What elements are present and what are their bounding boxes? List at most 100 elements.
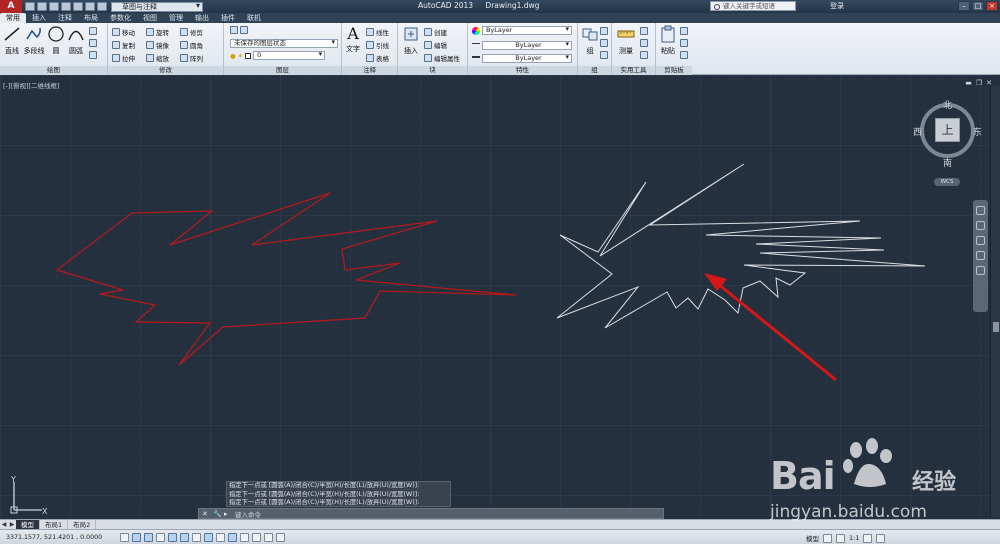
quick-view-layouts-icon[interactable] — [823, 533, 832, 543]
layout-tab-layout2[interactable]: 布局2 — [68, 519, 97, 530]
open-icon[interactable] — [37, 2, 47, 11]
workspace-select[interactable]: 草图与注释 — [111, 1, 203, 12]
create-block-button[interactable]: 创建 — [424, 27, 447, 37]
polar-tracking-toggle[interactable] — [168, 533, 177, 542]
tab-manage[interactable]: 管理 — [163, 13, 189, 23]
maximize-icon[interactable]: □ — [972, 1, 984, 11]
text-button[interactable]: A 文字 — [344, 25, 362, 54]
panel-utilities-title[interactable]: 实用工具 — [612, 66, 655, 75]
panel-properties-title[interactable]: 特性 — [468, 66, 577, 75]
command-close-icon[interactable]: ✕ — [202, 510, 210, 518]
panel-groups-title[interactable]: 组 — [578, 66, 611, 75]
insert-button[interactable]: 插入 — [400, 25, 422, 56]
print-icon[interactable] — [73, 2, 83, 11]
dynamic-ucs-toggle[interactable] — [216, 533, 225, 542]
layer-select[interactable]: 0 — [253, 51, 326, 60]
tab-view[interactable]: 视图 — [137, 13, 163, 23]
tab-layout[interactable]: 布局 — [78, 13, 104, 23]
wcs-menu[interactable]: WCS — [934, 178, 960, 186]
id-point-icon[interactable] — [640, 51, 648, 59]
first-layout-arrow-icon[interactable]: ◀ — [0, 521, 8, 529]
linear-button[interactable]: 线性 — [366, 27, 389, 37]
orbit-icon[interactable] — [976, 251, 985, 260]
viewport-minimize-icon[interactable]: ▬ — [965, 79, 972, 87]
move-button[interactable]: 移动 — [112, 27, 135, 37]
object-snap-toggle[interactable] — [180, 533, 189, 542]
arc-button[interactable]: 圆弧 — [66, 25, 86, 56]
scale-button[interactable]: 缩放 — [146, 53, 169, 63]
tab-annotate[interactable]: 注释 — [52, 13, 78, 23]
viewcube[interactable]: 上 北 南 东 西 — [913, 100, 982, 169]
scrollbar-thumb[interactable] — [993, 322, 999, 332]
mirror-button[interactable]: 镜像 — [146, 40, 169, 50]
group-button[interactable]: 组 — [580, 25, 600, 56]
group-select-icon[interactable] — [600, 51, 608, 59]
viewport-controls-label[interactable]: [-][俯视][二维线框] — [3, 80, 60, 90]
login-button[interactable]: 登录 — [830, 1, 844, 11]
edit-attributes-button[interactable]: 编辑属性 — [424, 53, 460, 63]
paste-button[interactable]: 粘贴 — [658, 25, 678, 56]
selection-cycling-toggle[interactable] — [276, 533, 285, 542]
workspace-switch-icon[interactable] — [863, 533, 873, 543]
object-snap-tracking-toggle[interactable] — [204, 533, 213, 542]
compass-south[interactable]: 南 — [943, 156, 952, 169]
copy-button[interactable]: 复制 — [112, 40, 135, 50]
zoom-icon[interactable] — [976, 236, 985, 245]
transparency-toggle[interactable] — [252, 533, 261, 542]
snap-mode-toggle[interactable] — [132, 533, 141, 542]
grid-display-toggle[interactable] — [144, 533, 153, 542]
new-icon[interactable] — [25, 2, 35, 11]
measure-button[interactable]: 测量 — [615, 25, 637, 56]
viewport-restore-icon[interactable]: ❐ — [976, 79, 982, 87]
model-space-button[interactable]: 模型 — [806, 533, 819, 543]
ortho-mode-toggle[interactable] — [156, 533, 165, 542]
edit-block-button[interactable]: 编辑 — [424, 40, 447, 50]
tab-output[interactable]: 输出 — [189, 13, 215, 23]
compass-west[interactable]: 西 — [913, 125, 922, 138]
panel-layers-title[interactable]: 图层 — [224, 66, 341, 75]
compass-east[interactable]: 东 — [973, 125, 982, 138]
ungroup-icon[interactable] — [600, 27, 608, 35]
clean-screen-icon[interactable] — [876, 533, 886, 543]
undo-icon[interactable] — [85, 2, 95, 11]
minimize-icon[interactable]: – — [958, 1, 970, 11]
stretch-button[interactable]: 拉伸 — [112, 53, 135, 63]
search-input[interactable]: 键入关键字或短语 — [710, 1, 796, 11]
command-input[interactable]: 键入命令 — [235, 509, 261, 519]
line-button[interactable]: 直线 — [2, 25, 22, 56]
layer-state-select[interactable]: 未保存的图层状态 — [230, 39, 338, 48]
copy-clip-icon[interactable] — [680, 39, 688, 47]
close-icon[interactable]: × — [986, 1, 998, 11]
dynamic-input-toggle[interactable] — [228, 533, 237, 542]
hatch-icon[interactable] — [89, 39, 97, 47]
3d-object-snap-toggle[interactable] — [192, 533, 201, 542]
trim-button[interactable]: 修剪 — [180, 27, 203, 37]
layer-properties-button[interactable] — [230, 26, 248, 34]
rectangle-icon[interactable] — [89, 27, 97, 35]
panel-block-title[interactable]: 块 — [398, 66, 467, 75]
polyline-button[interactable]: 多段线 — [22, 25, 46, 56]
linetype-select[interactable]: ByLayer — [482, 40, 572, 50]
calculator-icon[interactable] — [640, 39, 648, 47]
tab-plugins[interactable]: 插件 — [215, 13, 241, 23]
tab-insert[interactable]: 插入 — [26, 13, 52, 23]
panel-draw-title[interactable]: 绘图 — [0, 66, 107, 75]
lineweight-toggle[interactable] — [240, 533, 249, 542]
save-icon[interactable] — [49, 2, 59, 11]
steeringwheel-icon[interactable] — [976, 206, 985, 215]
annotation-scale-button[interactable]: 1:1 — [849, 534, 859, 542]
tab-online[interactable]: 联机 — [241, 13, 267, 23]
quick-select-icon[interactable] — [640, 27, 648, 35]
cut-icon[interactable] — [680, 27, 688, 35]
rotate-button[interactable]: 旋转 — [146, 27, 169, 37]
viewcube-top-face[interactable]: 上 — [935, 118, 960, 142]
redo-icon[interactable] — [97, 2, 107, 11]
leader-button[interactable]: 引线 — [366, 40, 389, 50]
layout-tab-model[interactable]: 模型 — [16, 519, 40, 530]
command-settings-icon[interactable]: 🔧 — [213, 510, 222, 518]
pan-icon[interactable] — [976, 221, 985, 230]
lineweight-select[interactable]: ByLayer — [482, 53, 572, 63]
panel-modify-title[interactable]: 修改 — [108, 66, 223, 75]
circle-button[interactable]: 圆 — [46, 25, 66, 56]
array-button[interactable]: 阵列 — [180, 53, 203, 63]
